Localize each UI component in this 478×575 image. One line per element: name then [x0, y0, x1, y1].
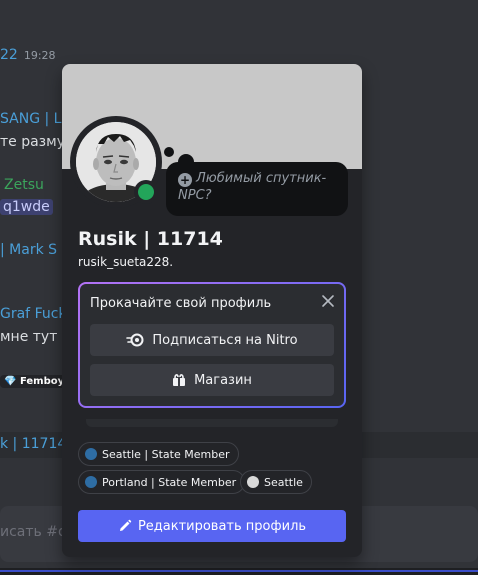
- chat-username[interactable]: SANG | L: [0, 111, 61, 127]
- custom-status-bubble[interactable]: + Любимый спутник-NPC?: [166, 162, 348, 216]
- edit-profile-label: Редактировать профиль: [137, 518, 307, 534]
- pencil-icon: [118, 519, 132, 533]
- chat-username[interactable]: | Mark S: [0, 242, 57, 258]
- nitro-icon: [126, 333, 144, 347]
- edit-profile-button[interactable]: Редактировать профиль: [78, 510, 346, 542]
- role-badge: 💎 Femboy: [0, 375, 69, 388]
- chat-username[interactable]: k | 11714: [0, 436, 66, 452]
- chat-timestamp: 19:28: [23, 49, 56, 62]
- chat-message: мне тут р: [0, 329, 71, 345]
- chat-line: 22 19:28: [0, 47, 56, 63]
- profile-popout: + Любимый спутник-NPC? Rusik | 11714 rusi…: [62, 64, 362, 557]
- chat-username[interactable]: Graf Fuck: [0, 306, 67, 322]
- chat-message: q1wde: [0, 199, 53, 215]
- display-name: Rusik | 11714: [78, 228, 223, 250]
- role-name: Portland | State Member: [102, 475, 237, 489]
- bottom-strip: [0, 568, 478, 575]
- nitro-upsell-card: Прокачайте свой профиль Подписаться на N…: [78, 282, 346, 408]
- message-input-placeholder: исать #о: [0, 524, 67, 540]
- chat-mention[interactable]: q1wde: [0, 199, 53, 215]
- role-chip[interactable]: Seattle: [240, 470, 312, 494]
- nitro-upsell-title: Прокачайте свой профиль: [90, 296, 272, 311]
- role-name: Seattle | State Member: [102, 447, 230, 461]
- shop-icon: [172, 373, 186, 387]
- add-status-icon: +: [178, 173, 192, 187]
- role-chip[interactable]: Seattle | State Member: [78, 442, 239, 466]
- role-color-dot: [85, 476, 97, 488]
- chat-username[interactable]: 22: [0, 47, 18, 63]
- section-divider: [86, 419, 338, 427]
- avatar-container[interactable]: [70, 116, 162, 208]
- custom-status-placeholder: Любимый спутник-NPC?: [178, 171, 327, 203]
- username[interactable]: rusik_sueta228.: [78, 255, 173, 269]
- shop-label: Магазин: [194, 372, 252, 388]
- status-bubble-tail: [164, 147, 174, 157]
- shop-button[interactable]: Магазин: [90, 364, 334, 396]
- role-color-dot: [85, 448, 97, 460]
- subscribe-nitro-label: Подписаться на Nitro: [152, 332, 298, 348]
- online-status-indicator: [134, 180, 158, 204]
- close-icon[interactable]: [320, 293, 336, 309]
- subscribe-nitro-button[interactable]: Подписаться на Nitro: [90, 324, 334, 356]
- role-chip[interactable]: Portland | State Member: [78, 470, 246, 494]
- chat-badge-line: 💎 Femboy: [0, 372, 69, 388]
- role-name: Seattle: [264, 475, 303, 489]
- role-color-dot: [247, 476, 259, 488]
- chat-username[interactable]: Zetsu: [4, 177, 44, 193]
